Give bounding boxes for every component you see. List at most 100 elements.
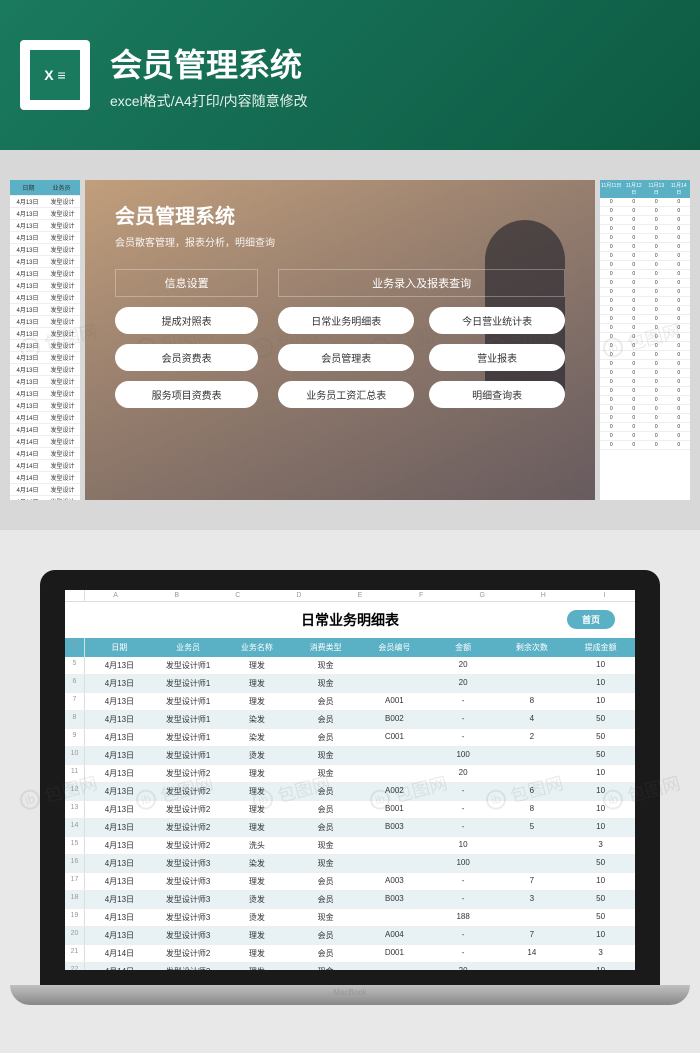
col-letter: A bbox=[85, 590, 146, 601]
right-table-row[interactable]: 0000 bbox=[600, 423, 690, 432]
right-table-row[interactable]: 0000 bbox=[600, 333, 690, 342]
right-table-row[interactable]: 0000 bbox=[600, 414, 690, 423]
left-table-row[interactable]: 4月14日发型设计 bbox=[10, 472, 80, 484]
laptop-base: MacBook bbox=[10, 985, 690, 1005]
right-table-row[interactable]: 0000 bbox=[600, 216, 690, 225]
right-table-row[interactable]: 0000 bbox=[600, 405, 690, 414]
right-table-row[interactable]: 0000 bbox=[600, 315, 690, 324]
btn-detail-query[interactable]: 明细查询表 bbox=[429, 381, 565, 408]
detail-table-row[interactable]: 10 4月13日 发型设计师1 烫发 现金 100 50 bbox=[65, 747, 635, 765]
right-table-row[interactable]: 0000 bbox=[600, 306, 690, 315]
left-table-row[interactable]: 4月13日发型设计 bbox=[10, 244, 80, 256]
detail-table-row[interactable]: 20 4月13日 发型设计师3 理发 会员 A004 - 7 10 bbox=[65, 927, 635, 945]
excel-file-icon: X ≡ bbox=[20, 40, 90, 110]
left-table-row[interactable]: 4月14日发型设计 bbox=[10, 412, 80, 424]
right-table-row[interactable]: 0000 bbox=[600, 297, 690, 306]
right-header-cell: 11月11日 bbox=[600, 180, 623, 198]
left-table-row[interactable]: 4月13日发型设计 bbox=[10, 280, 80, 292]
left-table-row[interactable]: 4月13日发型设计 bbox=[10, 292, 80, 304]
col-letter: E bbox=[329, 590, 390, 601]
col-letter: D bbox=[268, 590, 329, 601]
btn-salary-summary[interactable]: 业务员工资汇总表 bbox=[278, 381, 414, 408]
detail-table-row[interactable]: 16 4月13日 发型设计师3 染发 现金 100 50 bbox=[65, 855, 635, 873]
left-table-row[interactable]: 4月13日发型设计 bbox=[10, 220, 80, 232]
detail-column-header: 消费类型 bbox=[291, 638, 360, 657]
detail-table-row[interactable]: 18 4月13日 发型设计师3 烫发 会员 B003 - 3 50 bbox=[65, 891, 635, 909]
detail-table-row[interactable]: 13 4月13日 发型设计师2 理发 会员 B001 - 8 10 bbox=[65, 801, 635, 819]
left-table-row[interactable]: 4月13日发型设计 bbox=[10, 268, 80, 280]
detail-table-row[interactable]: 17 4月13日 发型设计师3 理发 会员 A003 - 7 10 bbox=[65, 873, 635, 891]
header-banner: X ≡ 会员管理系统 excel格式/A4打印/内容随意修改 bbox=[0, 0, 700, 150]
right-table-row[interactable]: 0000 bbox=[600, 360, 690, 369]
right-table-row[interactable]: 0000 bbox=[600, 351, 690, 360]
left-table-row[interactable]: 4月13日发型设计 bbox=[10, 364, 80, 376]
right-table-row[interactable]: 0000 bbox=[600, 369, 690, 378]
right-table-row[interactable]: 0000 bbox=[600, 225, 690, 234]
left-table-row[interactable]: 4月13日发型设计 bbox=[10, 340, 80, 352]
left-table-row[interactable]: 4月13日发型设计 bbox=[10, 376, 80, 388]
dashboard-preview-section: 日期 业务员 4月13日发型设计4月13日发型设计4月13日发型设计4月13日发… bbox=[0, 150, 700, 530]
right-table-row[interactable]: 0000 bbox=[600, 342, 690, 351]
left-table-row[interactable]: 4月13日发型设计 bbox=[10, 400, 80, 412]
right-table-row[interactable]: 0000 bbox=[600, 324, 690, 333]
left-table-row[interactable]: 4月14日发型设计 bbox=[10, 496, 80, 500]
left-table-row[interactable]: 4月13日发型设计 bbox=[10, 352, 80, 364]
left-table-row[interactable]: 4月14日发型设计 bbox=[10, 448, 80, 460]
detail-table-row[interactable]: 12 4月13日 发型设计师2 理发 会员 A002 - 6 10 bbox=[65, 783, 635, 801]
right-table-row[interactable]: 0000 bbox=[600, 198, 690, 207]
left-header-date: 日期 bbox=[12, 182, 45, 193]
right-table-row[interactable]: 0000 bbox=[600, 432, 690, 441]
detail-column-header: 提成金额 bbox=[566, 638, 635, 657]
left-table-row[interactable]: 4月13日发型设计 bbox=[10, 388, 80, 400]
detail-table-row[interactable]: 15 4月13日 发型设计师2 洗头 现金 10 3 bbox=[65, 837, 635, 855]
detail-table-row[interactable]: 9 4月13日 发型设计师1 染发 会员 C001 - 2 50 bbox=[65, 729, 635, 747]
col-letter: G bbox=[452, 590, 513, 601]
left-table-row[interactable]: 4月13日发型设计 bbox=[10, 328, 80, 340]
left-table-row[interactable]: 4月13日发型设计 bbox=[10, 304, 80, 316]
right-table-row[interactable]: 0000 bbox=[600, 270, 690, 279]
right-table-row[interactable]: 0000 bbox=[600, 207, 690, 216]
right-table-row[interactable]: 0000 bbox=[600, 279, 690, 288]
dash-section-reports: 业务录入及报表查询 bbox=[278, 269, 565, 297]
btn-commission[interactable]: 提成对照表 bbox=[115, 307, 258, 334]
col-letter: F bbox=[391, 590, 452, 601]
detail-table-row[interactable]: 22 4月14日 发型设计师2 理发 现金 20 10 bbox=[65, 963, 635, 970]
left-table-row[interactable]: 4月14日发型设计 bbox=[10, 460, 80, 472]
left-table-row[interactable]: 4月14日发型设计 bbox=[10, 424, 80, 436]
right-table-row[interactable]: 0000 bbox=[600, 378, 690, 387]
btn-member-mgmt[interactable]: 会员管理表 bbox=[278, 344, 414, 371]
btn-member-fee[interactable]: 会员资费表 bbox=[115, 344, 258, 371]
left-table-row[interactable]: 4月13日发型设计 bbox=[10, 256, 80, 268]
detail-table-row[interactable]: 19 4月13日 发型设计师3 烫发 现金 188 50 bbox=[65, 909, 635, 927]
left-table-row[interactable]: 4月14日发型设计 bbox=[10, 436, 80, 448]
right-table-row[interactable]: 0000 bbox=[600, 441, 690, 450]
right-header-cell: 11月14日 bbox=[668, 180, 691, 198]
detail-table-row[interactable]: 5 4月13日 发型设计师1 理发 现金 20 10 bbox=[65, 657, 635, 675]
dashboard-subtitle: 会员散客管理，报表分析，明细查询 bbox=[115, 234, 565, 249]
left-table-row[interactable]: 4月13日发型设计 bbox=[10, 208, 80, 220]
left-table-row[interactable]: 4月13日发型设计 bbox=[10, 316, 80, 328]
right-table-row[interactable]: 0000 bbox=[600, 234, 690, 243]
left-table-row[interactable]: 4月13日发型设计 bbox=[10, 196, 80, 208]
btn-daily-detail[interactable]: 日常业务明细表 bbox=[278, 307, 414, 334]
btn-business-report[interactable]: 营业报表 bbox=[429, 344, 565, 371]
detail-table-row[interactable]: 21 4月14日 发型设计师2 理发 会员 D001 - 14 3 bbox=[65, 945, 635, 963]
left-table-row[interactable]: 4月14日发型设计 bbox=[10, 484, 80, 496]
right-table-row[interactable]: 0000 bbox=[600, 288, 690, 297]
detail-table-row[interactable]: 7 4月13日 发型设计师1 理发 会员 A001 - 8 10 bbox=[65, 693, 635, 711]
right-table-row[interactable]: 0000 bbox=[600, 243, 690, 252]
detail-table-row[interactable]: 8 4月13日 发型设计师1 染发 会员 B002 - 4 50 bbox=[65, 711, 635, 729]
back-button[interactable]: 首页 bbox=[567, 610, 615, 629]
right-table-row[interactable]: 0000 bbox=[600, 261, 690, 270]
left-side-table: 日期 业务员 4月13日发型设计4月13日发型设计4月13日发型设计4月13日发… bbox=[10, 180, 80, 500]
btn-service-fee[interactable]: 服务项目资费表 bbox=[115, 381, 258, 408]
btn-today-stats[interactable]: 今日营业统计表 bbox=[429, 307, 565, 334]
detail-table-row[interactable]: 14 4月13日 发型设计师2 理发 会员 B003 - 5 10 bbox=[65, 819, 635, 837]
detail-table-row[interactable]: 6 4月13日 发型设计师1 理发 现金 20 10 bbox=[65, 675, 635, 693]
right-table-row[interactable]: 0000 bbox=[600, 396, 690, 405]
right-table-row[interactable]: 0000 bbox=[600, 252, 690, 261]
left-table-row[interactable]: 4月13日发型设计 bbox=[10, 232, 80, 244]
laptop-brand: MacBook bbox=[10, 985, 690, 997]
detail-table-row[interactable]: 11 4月13日 发型设计师2 理发 现金 20 10 bbox=[65, 765, 635, 783]
right-table-row[interactable]: 0000 bbox=[600, 387, 690, 396]
